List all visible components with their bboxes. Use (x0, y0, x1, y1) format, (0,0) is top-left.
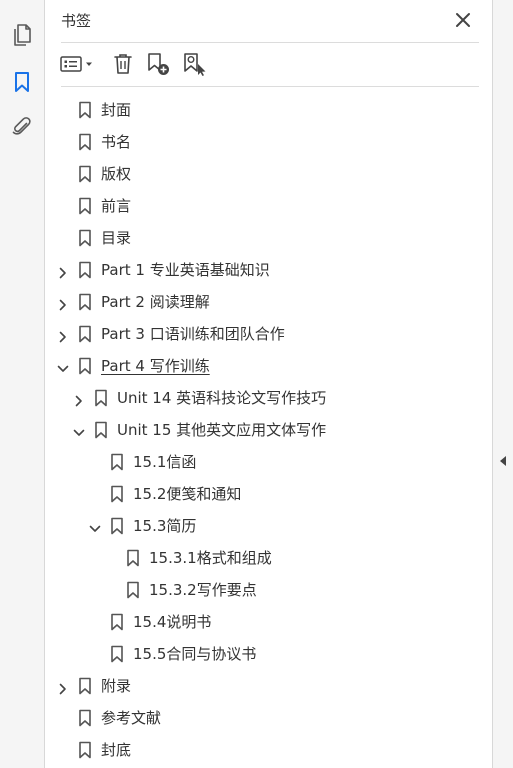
bookmark-item[interactable]: 版权 (45, 158, 492, 190)
bookmark-label[interactable]: 15.1信函 (133, 452, 196, 472)
bookmark-label[interactable]: 封面 (101, 100, 131, 120)
collapse-panel-icon[interactable] (499, 452, 507, 466)
bookmark-item[interactable]: Unit 14 英语科技论文写作技巧 (45, 382, 492, 414)
panel-title: 书签 (61, 12, 92, 30)
bookmark-item[interactable]: 封面 (45, 94, 492, 126)
bookmark-item[interactable]: 15.3简历 (45, 510, 492, 542)
divider (61, 86, 479, 87)
bookmark-item[interactable]: 15.4说明书 (45, 606, 492, 638)
bookmark-icon (110, 453, 124, 471)
bookmark-item[interactable]: Unit 15 其他英文应用文体写作 (45, 414, 492, 446)
bookmark-item[interactable]: 封底 (45, 734, 492, 766)
bookmark-icon (78, 741, 92, 759)
bookmark-item[interactable]: 目录 (45, 222, 492, 254)
attachment-icon[interactable] (8, 113, 36, 141)
chevron-right-icon[interactable] (57, 296, 69, 311)
add-bookmark-icon (148, 53, 169, 75)
bookmarks-panel: 书签 封面 书名 版权 前言 目录 Part 1 专业英语基础知识 Part 2… (45, 0, 492, 768)
bookmark-icon (78, 677, 92, 695)
find-bookmark-button[interactable] (179, 50, 209, 78)
chevron-right-icon[interactable] (57, 264, 69, 279)
navigation-rail (0, 0, 45, 768)
bookmark-icon (94, 421, 108, 439)
bookmark-item[interactable]: 附录 (45, 670, 492, 702)
bookmark-icon (78, 293, 92, 311)
chevron-down-icon[interactable] (57, 360, 69, 372)
bookmark-item[interactable]: 15.5合同与协议书 (45, 638, 492, 670)
bookmark-label[interactable]: 15.3.2写作要点 (149, 580, 257, 600)
bookmark-label[interactable]: 15.3.1格式和组成 (149, 548, 272, 568)
bookmark-search-icon (184, 53, 206, 76)
chevron-right-icon[interactable] (57, 680, 69, 695)
bookmark-label[interactable]: Part 1 专业英语基础知识 (101, 260, 270, 280)
bookmark-label[interactable]: Part 3 口语训练和团队合作 (101, 324, 285, 344)
bookmark-label[interactable]: 书名 (101, 132, 131, 152)
bookmark-icon (78, 133, 92, 151)
bookmark-item[interactable]: Part 3 口语训练和团队合作 (45, 318, 492, 350)
bookmark-label[interactable]: 参考文献 (101, 708, 161, 728)
bookmark-label[interactable]: 目录 (101, 228, 131, 248)
bookmark-icon (78, 261, 92, 279)
bookmark-item[interactable]: 15.2便笺和通知 (45, 478, 492, 510)
chevron-right-icon[interactable] (73, 392, 85, 407)
bookmark-item[interactable]: 15.1信函 (45, 446, 492, 478)
bookmark-label[interactable]: 前言 (101, 196, 131, 216)
bookmark-icon (110, 613, 124, 631)
bookmark-icon (94, 389, 108, 407)
bookmark-icon[interactable] (8, 68, 36, 96)
bookmark-label[interactable]: 15.5合同与协议书 (133, 644, 256, 664)
new-bookmark-button[interactable] (143, 50, 173, 78)
bookmark-item[interactable]: 15.3.2写作要点 (45, 574, 492, 606)
bookmark-item[interactable]: Part 4 写作训练 (45, 350, 492, 382)
bookmark-item[interactable]: 前言 (45, 190, 492, 222)
options-menu-button[interactable] (59, 50, 97, 78)
bookmark-icon (126, 581, 140, 599)
bookmark-icon (78, 197, 92, 215)
bookmark-label[interactable]: 版权 (101, 164, 131, 184)
bookmark-icon (78, 229, 92, 247)
bookmark-icon (110, 485, 124, 503)
bookmark-label[interactable]: 15.2便笺和通知 (133, 484, 241, 504)
bookmark-icon (126, 549, 140, 567)
divider (61, 42, 479, 43)
bookmark-label[interactable]: 附录 (101, 676, 131, 696)
bookmark-icon (110, 645, 124, 663)
bookmark-icon (78, 709, 92, 727)
chevron-right-icon[interactable] (57, 328, 69, 343)
chevron-down-icon[interactable] (89, 520, 101, 532)
bookmark-icon (110, 517, 124, 535)
bookmark-item[interactable]: 15.3.1格式和组成 (45, 542, 492, 574)
delete-bookmark-button[interactable] (109, 50, 137, 78)
side-collapse-strip (492, 0, 513, 768)
bookmark-label[interactable]: 15.3简历 (133, 516, 196, 536)
bookmark-label[interactable]: Part 4 写作训练 (101, 356, 210, 376)
bookmark-icon (78, 325, 92, 343)
bookmark-label[interactable]: 封底 (101, 740, 131, 760)
bookmark-label[interactable]: 15.4说明书 (133, 612, 211, 632)
chevron-down-icon[interactable] (73, 424, 85, 436)
bookmark-label[interactable]: Part 2 阅读理解 (101, 292, 210, 312)
bookmark-item[interactable]: Part 1 专业英语基础知识 (45, 254, 492, 286)
pages-icon[interactable] (8, 21, 36, 49)
bookmark-item[interactable]: 参考文献 (45, 702, 492, 734)
list-options-icon (60, 56, 92, 72)
bookmark-label[interactable]: Unit 14 英语科技论文写作技巧 (117, 388, 326, 408)
bookmark-icon (78, 101, 92, 119)
bookmark-item[interactable]: 书名 (45, 126, 492, 158)
bookmark-icon (78, 165, 92, 183)
close-icon[interactable] (454, 11, 472, 29)
trash-icon (114, 54, 132, 74)
bookmark-label[interactable]: Unit 15 其他英文应用文体写作 (117, 420, 326, 440)
bookmark-item[interactable]: Part 2 阅读理解 (45, 286, 492, 318)
bookmark-icon (78, 357, 92, 375)
